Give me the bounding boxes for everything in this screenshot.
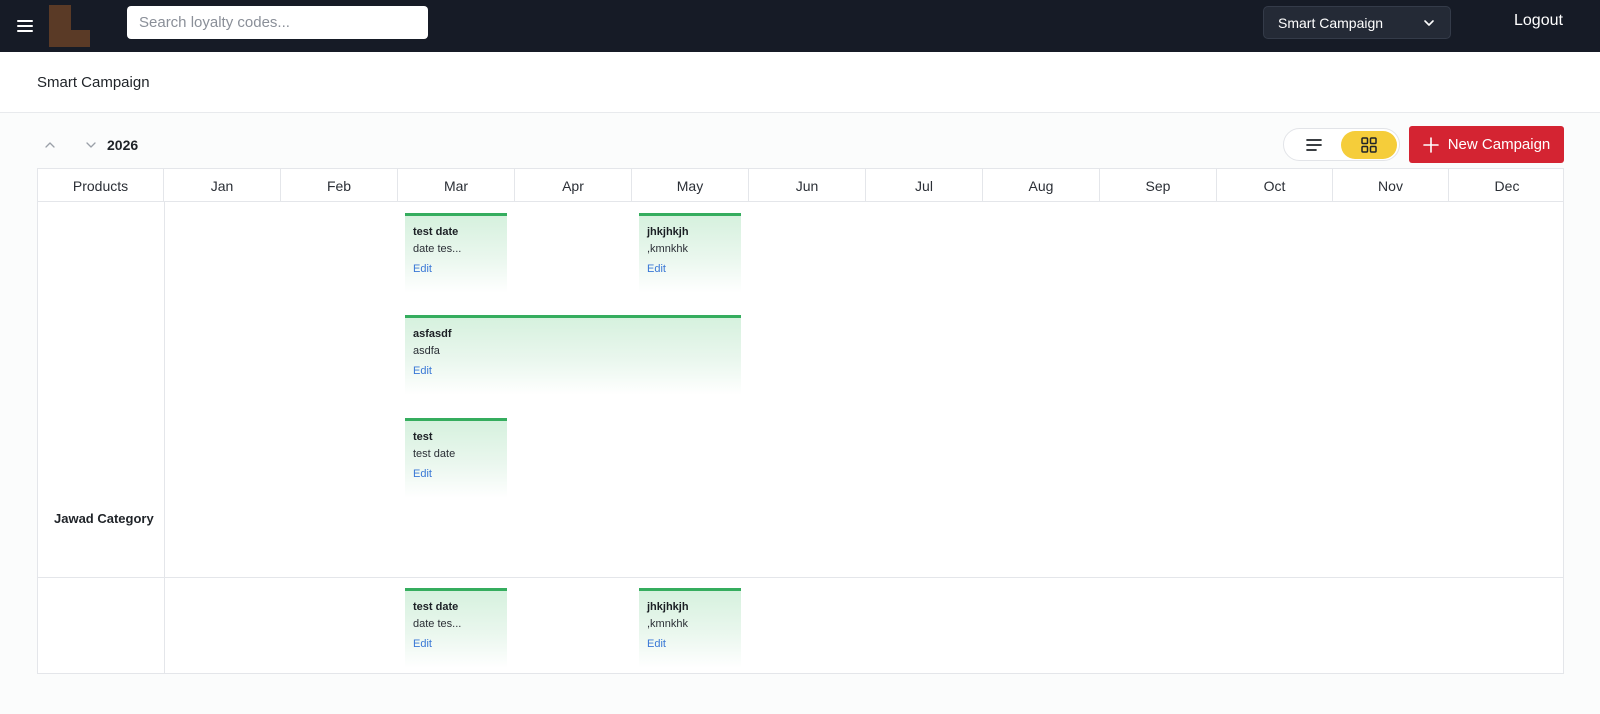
view-toggle bbox=[1283, 128, 1400, 161]
campaign-description: ,kmnkhk bbox=[647, 243, 688, 255]
list-view-button[interactable] bbox=[1286, 131, 1342, 159]
month-header-oct: Oct bbox=[1217, 169, 1333, 202]
campaign-title: test bbox=[413, 431, 433, 443]
menu-icon[interactable] bbox=[14, 14, 36, 36]
top-bar: Smart Campaign Logout bbox=[0, 0, 1600, 52]
products-column-header: Products bbox=[38, 169, 164, 202]
chevron-down-icon bbox=[1424, 19, 1434, 26]
month-header-sep: Sep bbox=[1100, 169, 1217, 202]
campaign-card-asfasdf[interactable]: asfasdf asdfa Edit bbox=[405, 315, 741, 395]
content-area: 2026 New Campaign Products Jan Feb Mar A… bbox=[0, 113, 1600, 714]
month-header-mar: Mar bbox=[398, 169, 515, 202]
campaign-card-test-date[interactable]: test date date tes... Edit bbox=[405, 213, 507, 293]
grid-icon bbox=[1361, 137, 1377, 153]
new-campaign-label: New Campaign bbox=[1447, 136, 1551, 153]
campaign-calendar: Products Jan Feb Mar Apr May Jun Jul Aug… bbox=[37, 168, 1564, 674]
month-header-nov: Nov bbox=[1333, 169, 1449, 202]
edit-campaign-link[interactable]: Edit bbox=[413, 467, 432, 482]
campaign-title: jhkjhkjh bbox=[647, 601, 689, 613]
page-header: Smart Campaign bbox=[0, 52, 1600, 113]
year-navigator: 2026 bbox=[40, 133, 138, 157]
campaign-title: asfasdf bbox=[413, 328, 452, 340]
month-header-may: May bbox=[632, 169, 749, 202]
campaign-title: test date bbox=[413, 601, 459, 613]
campaign-description: ,kmnkhk bbox=[647, 618, 688, 630]
campaign-card-jhkjhkjh[interactable]: jhkjhkjh ,kmnkhk Edit bbox=[639, 213, 741, 293]
search-input[interactable] bbox=[127, 6, 428, 39]
new-campaign-button[interactable]: New Campaign bbox=[1409, 126, 1564, 163]
row-label-jawad-category: Jawad Category bbox=[54, 511, 154, 526]
month-header-feb: Feb bbox=[281, 169, 398, 202]
page-title: Smart Campaign bbox=[37, 74, 150, 91]
edit-campaign-link[interactable]: Edit bbox=[413, 637, 432, 652]
campaign-description: asdfa bbox=[413, 345, 440, 357]
campaign-title: jhkjhkjh bbox=[647, 226, 689, 238]
year-label: 2026 bbox=[107, 137, 139, 153]
logout-button[interactable]: Logout bbox=[1514, 12, 1563, 30]
edit-campaign-link[interactable]: Edit bbox=[413, 364, 432, 379]
chevron-up-icon bbox=[45, 142, 55, 148]
logo[interactable] bbox=[49, 5, 90, 47]
month-header-jul: Jul bbox=[866, 169, 983, 202]
next-year-button[interactable] bbox=[81, 135, 101, 155]
month-header-jan: Jan bbox=[164, 169, 281, 202]
edit-campaign-link[interactable]: Edit bbox=[647, 262, 666, 277]
module-select-value: Smart Campaign bbox=[1278, 14, 1384, 31]
edit-campaign-link[interactable]: Edit bbox=[413, 262, 432, 277]
products-column-divider bbox=[164, 202, 165, 673]
campaign-card-test[interactable]: test test date Edit bbox=[405, 418, 507, 498]
campaign-description: date tes... bbox=[413, 243, 462, 255]
calendar-header: Products Jan Feb Mar Apr May Jun Jul Aug… bbox=[38, 169, 1563, 202]
row-divider bbox=[38, 577, 1563, 578]
edit-campaign-link[interactable]: Edit bbox=[647, 637, 666, 652]
campaign-card-test-date[interactable]: test date date tes... Edit bbox=[405, 588, 507, 668]
previous-year-button[interactable] bbox=[40, 135, 60, 155]
month-header-aug: Aug bbox=[983, 169, 1100, 202]
month-header-apr: Apr bbox=[515, 169, 632, 202]
plus-icon bbox=[1422, 136, 1439, 153]
module-select[interactable]: Smart Campaign bbox=[1263, 6, 1451, 39]
month-header-dec: Dec bbox=[1494, 177, 1520, 194]
grid-view-button[interactable] bbox=[1341, 131, 1397, 159]
list-icon bbox=[1306, 139, 1322, 151]
campaign-card-jhkjhkjh[interactable]: jhkjhkjh ,kmnkhk Edit bbox=[639, 588, 741, 668]
chevron-down-icon bbox=[86, 142, 96, 148]
campaign-description: date tes... bbox=[413, 618, 462, 630]
campaign-title: test date bbox=[413, 226, 459, 238]
campaign-description: test date bbox=[413, 448, 456, 460]
month-header-jun: Jun bbox=[749, 169, 866, 202]
